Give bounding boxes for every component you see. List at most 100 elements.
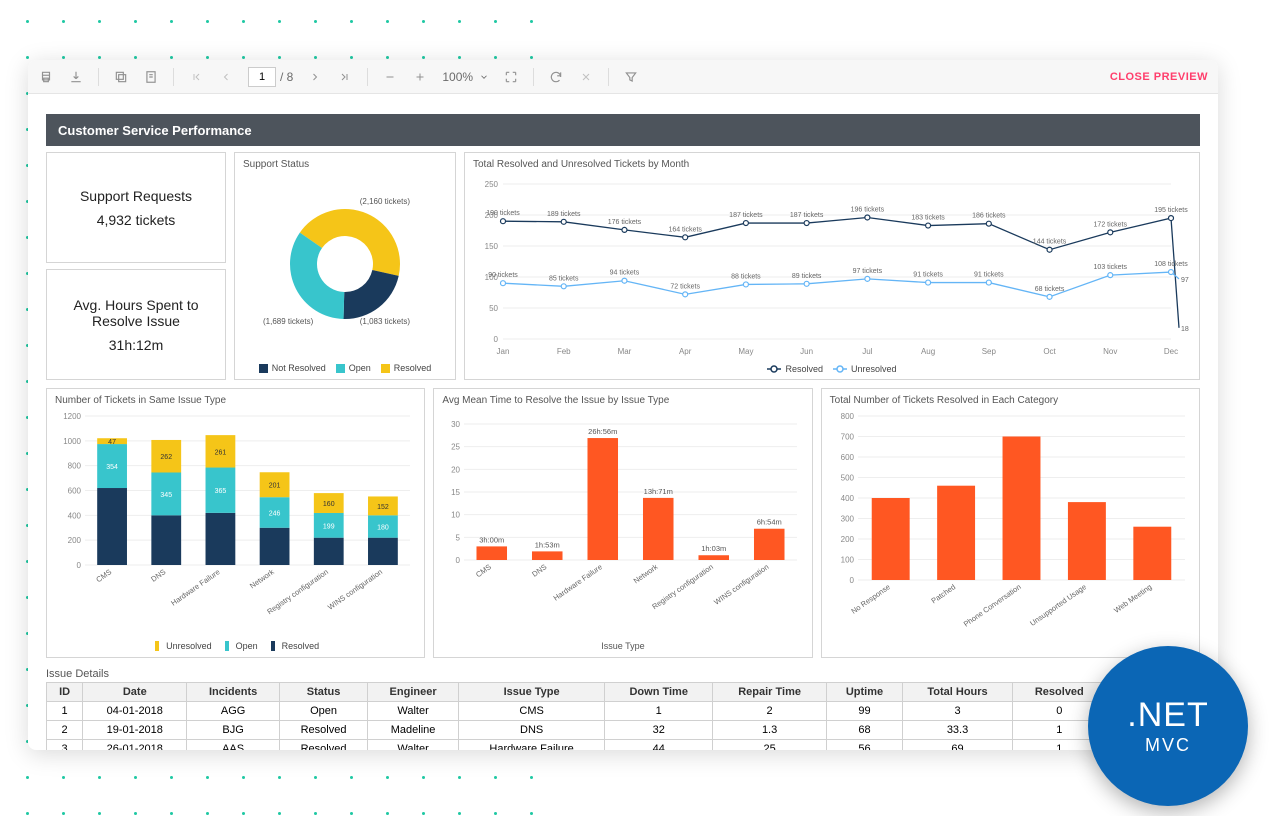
svg-text:97: 97 [1181, 277, 1189, 284]
svg-text:176 tickets: 176 tickets [608, 219, 642, 226]
svg-text:189 tickets: 189 tickets [547, 211, 581, 218]
svg-text:DNS: DNS [531, 562, 549, 578]
report-body: Customer Service Performance Support Req… [28, 94, 1218, 750]
export-icon[interactable] [68, 69, 84, 85]
svg-text:Hardware Failure: Hardware Failure [169, 567, 221, 607]
page-input[interactable] [248, 67, 276, 87]
svg-text:800: 800 [68, 462, 82, 471]
svg-text:196 tickets: 196 tickets [851, 206, 885, 213]
svg-text:144 tickets: 144 tickets [1033, 239, 1067, 246]
copy-icon[interactable] [113, 69, 129, 85]
svg-text:261: 261 [215, 449, 227, 456]
svg-text:Web Meeting: Web Meeting [1112, 582, 1153, 615]
svg-text:246: 246 [269, 510, 281, 517]
donut-legend: Not Resolved Open Resolved [243, 363, 447, 373]
svg-text:199: 199 [323, 523, 335, 530]
chart-support-status: Support Status (2,160 tickets)(1,083 tic… [234, 152, 456, 380]
svg-text:Jun: Jun [800, 347, 813, 356]
svg-text:600: 600 [840, 453, 854, 462]
svg-text:262: 262 [160, 454, 172, 461]
chart-title: Support Status [243, 159, 447, 170]
svg-text:DNS: DNS [149, 567, 167, 583]
zoom-select[interactable]: 100% [442, 70, 489, 84]
table-row: 326-01-2018AASResolvedWalterHardware Fai… [47, 740, 1200, 751]
svg-text:152: 152 [377, 504, 389, 511]
report-toolbar: / 8 100% CLOSE PREVIEW [28, 60, 1218, 94]
svg-text:Jan: Jan [497, 347, 510, 356]
refresh-icon[interactable] [548, 69, 564, 85]
svg-text:250: 250 [485, 180, 499, 189]
table-header: Issue Type [458, 683, 605, 702]
zoom-value: 100% [442, 70, 473, 84]
chart-title: Total Resolved and Unresolved Tickets by… [473, 159, 1191, 170]
svg-text:30: 30 [451, 420, 460, 429]
page-setup-icon[interactable] [143, 69, 159, 85]
first-page-icon[interactable] [188, 69, 204, 85]
svg-text:10: 10 [451, 511, 460, 520]
last-page-icon[interactable] [337, 69, 353, 85]
svg-text:201: 201 [269, 483, 281, 490]
legend-open: Open [349, 363, 371, 373]
print-icon[interactable] [38, 69, 54, 85]
svg-text:103 tickets: 103 tickets [1094, 264, 1128, 271]
svg-text:WINS configuration: WINS configuration [326, 567, 384, 611]
net-mvc-badge: .NET MVC [1088, 646, 1248, 806]
line-legend: Resolved Unresolved [473, 364, 1191, 374]
chart-avg-time: Avg Mean Time to Resolve the Issue by Is… [433, 388, 812, 658]
svg-text:172 tickets: 172 tickets [1094, 221, 1128, 228]
prev-page-icon[interactable] [218, 69, 234, 85]
svg-text:0: 0 [456, 556, 461, 565]
fit-page-icon[interactable] [503, 69, 519, 85]
svg-text:5: 5 [456, 533, 461, 542]
svg-text:365: 365 [215, 488, 227, 495]
svg-text:25: 25 [451, 443, 460, 452]
next-page-icon[interactable] [307, 69, 323, 85]
app-frame: / 8 100% CLOSE PREVIEW Customer Service … [28, 60, 1218, 750]
stacked-legend: Unresolved Open Resolved [55, 641, 416, 651]
close-preview-button[interactable]: CLOSE PREVIEW [1110, 71, 1208, 83]
kpi-value: 4,932 tickets [97, 212, 176, 228]
svg-text:18: 18 [1181, 326, 1189, 333]
svg-text:90 tickets: 90 tickets [488, 272, 518, 279]
kpi-title-l1: Avg. Hours Spent to [73, 297, 198, 313]
svg-text:1200: 1200 [63, 412, 81, 421]
svg-text:400: 400 [68, 511, 82, 520]
svg-text:May: May [738, 347, 753, 356]
table-header: Date [83, 683, 187, 702]
legend-resolved: Resolved [282, 641, 320, 651]
svg-text:0: 0 [494, 335, 499, 344]
svg-text:1000: 1000 [63, 437, 81, 446]
svg-text:(2,160 tickets): (2,160 tickets) [360, 197, 411, 206]
badge-big: .NET [1127, 696, 1208, 735]
svg-text:1h:53m: 1h:53m [535, 540, 560, 549]
zoom-in-icon[interactable] [412, 69, 428, 85]
table-row: 219-01-2018BJGResolvedMadelineDNS321.368… [47, 721, 1200, 740]
svg-text:345: 345 [160, 492, 172, 499]
svg-text:Nov: Nov [1103, 347, 1117, 356]
svg-text:108 tickets: 108 tickets [1154, 261, 1188, 268]
svg-text:3h:00m: 3h:00m [480, 535, 505, 544]
svg-text:Network: Network [248, 567, 276, 590]
svg-text:88 tickets: 88 tickets [731, 273, 761, 280]
stop-icon[interactable] [578, 69, 594, 85]
legend-resolved: Resolved [785, 364, 823, 374]
svg-text:0: 0 [77, 561, 82, 570]
zoom-out-icon[interactable] [382, 69, 398, 85]
kpi-title-l2: Resolve Issue [73, 313, 198, 329]
svg-text:Aug: Aug [921, 347, 935, 356]
svg-text:Apr: Apr [679, 347, 692, 356]
table-header: Uptime [827, 683, 903, 702]
legend-not-resolved: Not Resolved [272, 363, 326, 373]
svg-text:186 tickets: 186 tickets [972, 213, 1006, 220]
issue-details-table: Issue Details IDDateIncidentsStatusEngin… [46, 666, 1200, 750]
table-header: Down Time [605, 683, 713, 702]
svg-text:97 tickets: 97 tickets [853, 268, 883, 275]
filter-icon[interactable] [623, 69, 639, 85]
svg-text:700: 700 [840, 433, 854, 442]
svg-text:400: 400 [840, 494, 854, 503]
table-header: ID [47, 683, 83, 702]
svg-text:85 tickets: 85 tickets [549, 275, 579, 282]
svg-text:Registry configuration: Registry configuration [651, 562, 716, 611]
svg-text:20: 20 [451, 465, 460, 474]
x-axis-label: Issue Type [442, 641, 803, 651]
